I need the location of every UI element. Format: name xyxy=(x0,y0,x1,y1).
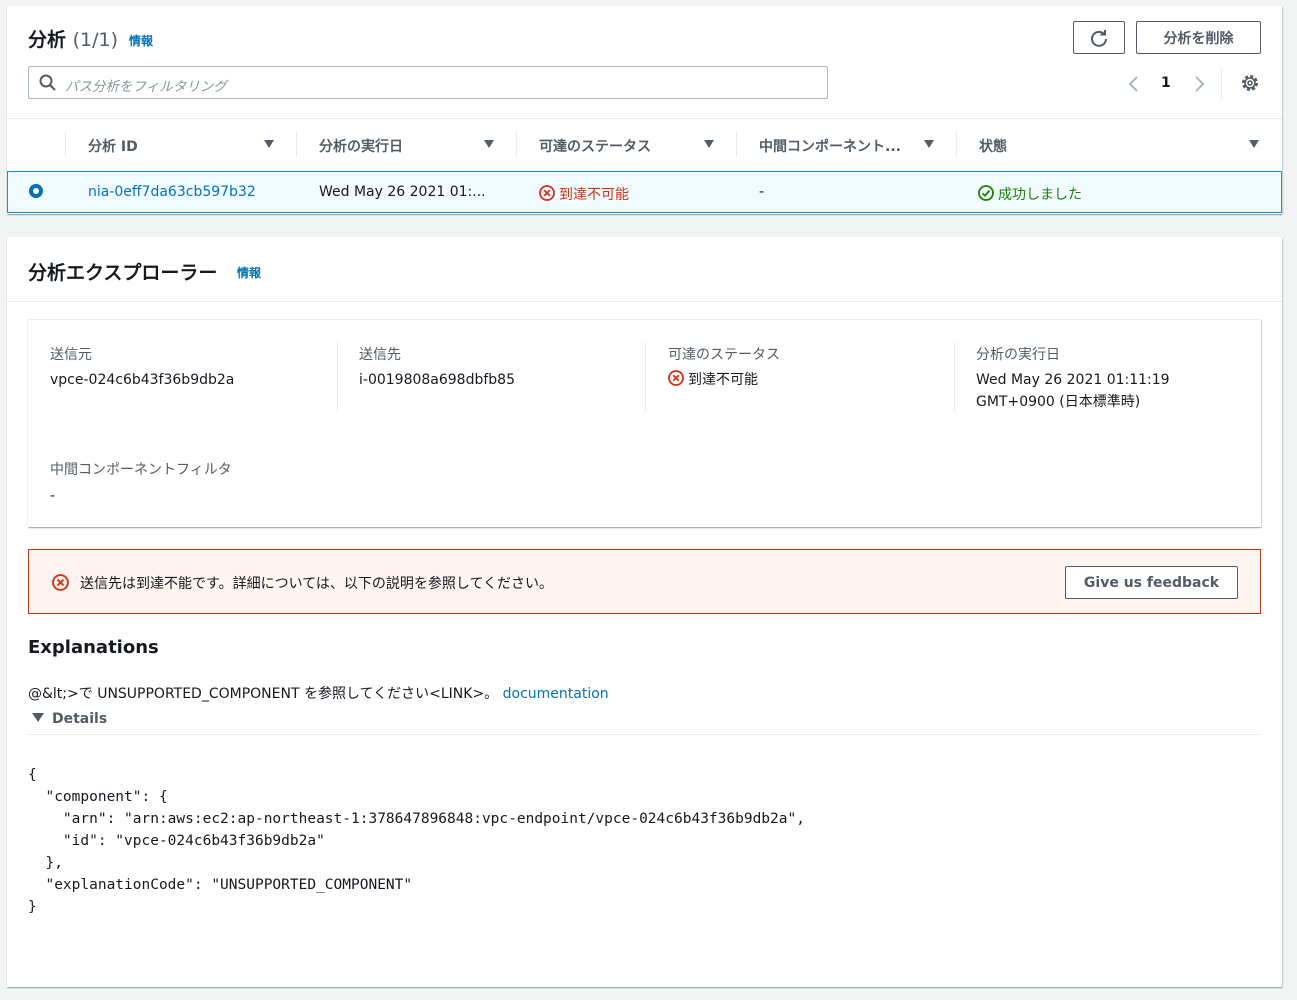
table-header: 分析 ID 分析の実行日 可達のステータス 中間コンポーネント... 状態 xyxy=(7,118,1282,172)
column-header-analysis-id[interactable]: 分析 ID xyxy=(88,136,138,156)
column-header-run-date[interactable]: 分析の実行日 xyxy=(319,136,403,156)
column-separator xyxy=(296,131,297,157)
run-date-value-line2: GMT+0900 (日本標準時) xyxy=(976,394,1141,410)
details-label: Details xyxy=(52,711,108,727)
row-select-radio[interactable] xyxy=(29,184,43,198)
state-cell: 成功しました xyxy=(978,184,1082,204)
reachability-value: 到達不可能 xyxy=(668,369,758,391)
analyses-count: (1/1) xyxy=(72,29,119,51)
error-alert: 送信先は到達不能です。詳細については、以下の説明を参照してください。 Give … xyxy=(28,549,1261,614)
page-number[interactable]: 1 xyxy=(1161,75,1171,91)
column-separator xyxy=(516,131,517,157)
explanation-text: @&lt;>で UNSUPPORTED_COMPONENT を参照してください<… xyxy=(28,683,609,703)
reachability-value-text: 到達不可能 xyxy=(688,372,758,388)
intermediate-label: 中間コンポーネントフィルタ xyxy=(50,462,232,478)
analyses-title: 分析 (1/1) xyxy=(28,25,118,52)
gear-icon[interactable] xyxy=(1240,73,1260,93)
success-circle-icon xyxy=(978,185,994,201)
intermediate-value: - xyxy=(50,488,56,504)
caret-down-icon xyxy=(32,713,44,722)
alert-message: 送信先は到達不能です。詳細については、以下の説明を参照してください。 xyxy=(80,576,554,592)
column-header-reachability[interactable]: 可達のステータス xyxy=(539,136,651,156)
source-value: vpce-024c6b43f36b9db2a xyxy=(50,372,235,388)
error-circle-icon xyxy=(668,370,684,386)
refresh-button[interactable] xyxy=(1073,21,1125,54)
caret-down-icon[interactable] xyxy=(924,140,934,148)
run-date-cell: Wed May 26 2021 01:... xyxy=(319,184,486,200)
explanation-json: { "component": { "arn": "arn:aws:ec2:ap-… xyxy=(28,767,805,915)
analyses-title-text: 分析 xyxy=(28,29,67,51)
error-circle-icon xyxy=(539,185,555,201)
destination-label: 送信先 xyxy=(359,347,401,363)
intermediate-cell: - xyxy=(759,184,765,200)
reachability-cell: 到達不可能 xyxy=(539,184,629,204)
search-placeholder: パス分析をフィルタリング xyxy=(65,79,227,95)
reachability-text: 到達不可能 xyxy=(559,187,629,203)
caret-down-icon[interactable] xyxy=(264,140,274,148)
details-toggle[interactable]: Details xyxy=(32,711,107,727)
explanations-heading: Explanations xyxy=(28,637,159,658)
explorer-title: 分析エクスプローラー xyxy=(28,262,218,284)
caret-down-icon[interactable] xyxy=(1249,140,1259,148)
search-input[interactable]: パス分析をフィルタリング xyxy=(28,66,828,99)
column-separator xyxy=(956,131,957,157)
column-separator xyxy=(65,131,66,157)
explorer-info-link[interactable]: 情報 xyxy=(237,264,261,281)
reachability-label: 可達のステータス xyxy=(668,347,780,363)
give-feedback-button[interactable]: Give us feedback xyxy=(1065,566,1238,599)
delete-analysis-button[interactable]: 分析を削除 xyxy=(1136,21,1261,54)
source-label: 送信元 xyxy=(50,347,92,363)
state-text: 成功しました xyxy=(998,187,1082,203)
table-row[interactable]: nia-0eff7da63cb597b32 Wed May 26 2021 01… xyxy=(7,171,1282,213)
column-header-intermediate[interactable]: 中間コンポーネント... xyxy=(759,136,901,156)
column-divider xyxy=(337,342,338,412)
column-header-state[interactable]: 状態 xyxy=(979,136,1007,156)
details-divider xyxy=(28,734,1261,735)
header-divider xyxy=(7,301,1282,302)
column-divider xyxy=(954,342,955,412)
search-icon xyxy=(39,74,56,91)
refresh-icon xyxy=(1091,29,1107,47)
column-separator xyxy=(736,131,737,157)
caret-down-icon[interactable] xyxy=(704,140,714,148)
error-circle-icon xyxy=(52,574,69,591)
explanation-message: @&lt;>で UNSUPPORTED_COMPONENT を参照してください<… xyxy=(28,686,499,702)
documentation-link[interactable]: documentation xyxy=(503,686,609,702)
analyses-panel: 分析 (1/1) 情報 分析を削除 パス分析をフィルタリング 1 分析 ID 分… xyxy=(7,6,1282,214)
analysis-explorer-panel: 分析エクスプローラー 情報 送信元 vpce-024c6b43f36b9db2a… xyxy=(7,237,1282,987)
analysis-id-link[interactable]: nia-0eff7da63cb597b32 xyxy=(88,184,256,200)
analysis-summary-card: 送信元 vpce-024c6b43f36b9db2a 送信先 i-0019808… xyxy=(28,319,1261,527)
run-date-value-line1: Wed May 26 2021 01:11:19 xyxy=(976,372,1170,388)
pagination-divider xyxy=(1221,68,1222,100)
destination-value: i-0019808a698dbfb85 xyxy=(359,372,515,388)
info-link[interactable]: 情報 xyxy=(129,32,153,49)
chevron-right-icon[interactable] xyxy=(1192,74,1206,94)
chevron-left-icon[interactable] xyxy=(1127,74,1141,94)
column-divider xyxy=(645,342,646,412)
run-date-label: 分析の実行日 xyxy=(976,347,1060,363)
caret-down-icon[interactable] xyxy=(484,140,494,148)
